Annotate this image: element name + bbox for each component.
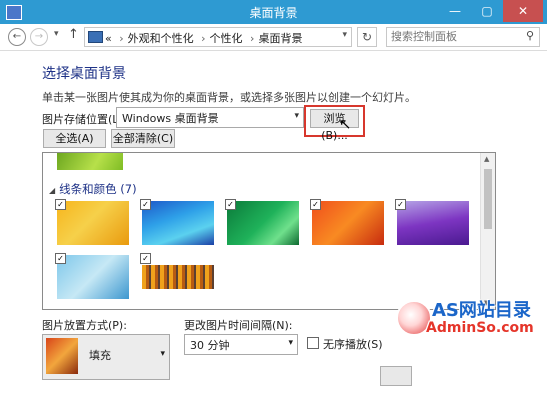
- wallpaper-checkbox[interactable]: ✓: [140, 253, 151, 264]
- wallpaper-thumbnail[interactable]: [57, 255, 129, 299]
- interval-value: 30 分钟: [190, 339, 230, 352]
- group-label: 线条和颜色 (7): [59, 182, 137, 196]
- address-bar[interactable]: « › 外观和个性化 › 个性化 › 桌面背景 ▾: [84, 27, 352, 47]
- breadcrumb-desktop-background[interactable]: 桌面背景: [258, 32, 302, 45]
- mouse-cursor-icon: ↖: [339, 115, 352, 133]
- watermark-url: AdminSo.com: [426, 320, 534, 336]
- breadcrumb-separator-icon[interactable]: ›: [250, 32, 254, 45]
- address-dropdown-icon[interactable]: ▾: [342, 30, 347, 40]
- browse-button[interactable]: 浏览(B)...: [310, 109, 359, 142]
- forward-button[interactable]: →: [30, 28, 48, 46]
- wallpaper-thumbnail[interactable]: [57, 201, 129, 245]
- breadcrumb: « › 外观和个性化 › 个性化 › 桌面背景: [105, 30, 302, 46]
- scrollbar-thumb[interactable]: [484, 169, 492, 229]
- control-panel-icon: [88, 31, 103, 43]
- wallpaper-item[interactable]: ✓: [140, 253, 218, 301]
- breadcrumb-separator-icon[interactable]: ›: [119, 32, 123, 45]
- navigation-bar: ← → ▾ ↑ « › 外观和个性化 › 个性化 › 桌面背景 ▾ ↻ ⚲: [0, 24, 547, 51]
- back-button[interactable]: ←: [8, 28, 26, 46]
- chevron-down-icon[interactable]: ▾: [294, 111, 299, 121]
- location-label: 图片存储位置(L):: [42, 113, 127, 126]
- location-value: Windows 桌面背景: [122, 112, 219, 125]
- gallery-scrollbar[interactable]: ▲ ▼: [480, 153, 495, 309]
- wallpaper-item[interactable]: ✓: [55, 199, 133, 247]
- wallpaper-item[interactable]: ✓: [55, 253, 133, 301]
- position-select[interactable]: 填充 ▾: [42, 334, 170, 380]
- chevron-down-icon[interactable]: ▾: [288, 338, 293, 348]
- chevron-down-icon[interactable]: ▾: [160, 349, 165, 359]
- wallpaper-thumbnail[interactable]: [397, 201, 469, 245]
- search-box[interactable]: ⚲: [386, 27, 540, 47]
- maximize-button[interactable]: ▢: [472, 0, 502, 22]
- wallpaper-thumbnail[interactable]: [57, 153, 123, 170]
- wallpaper-checkbox[interactable]: ✓: [395, 199, 406, 210]
- breadcrumb-separator-icon[interactable]: ›: [201, 32, 205, 45]
- wallpaper-item[interactable]: ✓: [225, 199, 303, 247]
- watermark-title: AS网站目录: [432, 300, 531, 321]
- wallpaper-checkbox[interactable]: ✓: [310, 199, 321, 210]
- position-value: 填充: [89, 349, 111, 362]
- title-bar: 桌面背景 — ▢ ✕: [0, 0, 547, 24]
- up-button[interactable]: ↑: [68, 27, 79, 42]
- breadcrumb-appearance[interactable]: 外观和个性化: [128, 32, 194, 45]
- scroll-up-icon[interactable]: ▲: [484, 155, 489, 163]
- search-icon[interactable]: ⚲: [526, 29, 534, 42]
- page-description: 单击某一张图片使其成为你的桌面背景，或选择多张图片以创建一个幻灯片。: [42, 91, 416, 104]
- page-title: 选择桌面背景: [42, 66, 126, 82]
- location-select[interactable]: Windows 桌面背景 ▾: [116, 107, 304, 128]
- collapse-triangle-icon[interactable]: ◢: [49, 186, 55, 195]
- site-watermark: AS网站目录 AdminSo.com: [396, 290, 547, 395]
- wallpaper-item[interactable]: ✓: [140, 199, 218, 247]
- shuffle-option[interactable]: 无序播放(S): [307, 336, 383, 352]
- recent-pages-dropdown[interactable]: ▾: [54, 29, 59, 39]
- select-all-button[interactable]: 全选(A): [43, 129, 106, 148]
- wallpaper-checkbox[interactable]: ✓: [225, 199, 236, 210]
- interval-label: 更改图片时间间隔(N):: [184, 319, 293, 332]
- refresh-button[interactable]: ↻: [357, 27, 377, 47]
- group-header[interactable]: ◢ 线条和颜色 (7): [49, 181, 137, 197]
- address-prefix[interactable]: «: [105, 32, 112, 45]
- interval-select[interactable]: 30 分钟 ▾: [184, 334, 298, 355]
- clear-all-button[interactable]: 全部清除(C): [111, 129, 175, 148]
- wallpaper-thumbnail[interactable]: [227, 201, 299, 245]
- shuffle-checkbox[interactable]: [307, 337, 319, 349]
- search-input[interactable]: [391, 29, 511, 44]
- minimize-button[interactable]: —: [440, 0, 470, 22]
- wallpaper-thumbnail[interactable]: [142, 265, 214, 289]
- position-label: 图片放置方式(P):: [42, 319, 127, 332]
- position-preview-image: [46, 338, 78, 374]
- wallpaper-thumbnail[interactable]: [312, 201, 384, 245]
- wallpaper-item[interactable]: ✓: [395, 199, 473, 247]
- wallpaper-gallery[interactable]: ◢ 线条和颜色 (7) ✓ ✓ ✓ ✓ ✓ ✓ ✓ ▲ ▼: [42, 152, 496, 310]
- wallpaper-item[interactable]: ✓: [310, 199, 388, 247]
- close-button[interactable]: ✕: [503, 0, 543, 22]
- wallpaper-thumbnail[interactable]: [142, 201, 214, 245]
- wallpaper-checkbox[interactable]: ✓: [55, 253, 66, 264]
- wallpaper-checkbox[interactable]: ✓: [55, 199, 66, 210]
- shuffle-label: 无序播放(S): [323, 338, 383, 351]
- breadcrumb-personalization[interactable]: 个性化: [210, 32, 243, 45]
- wallpaper-checkbox[interactable]: ✓: [140, 199, 151, 210]
